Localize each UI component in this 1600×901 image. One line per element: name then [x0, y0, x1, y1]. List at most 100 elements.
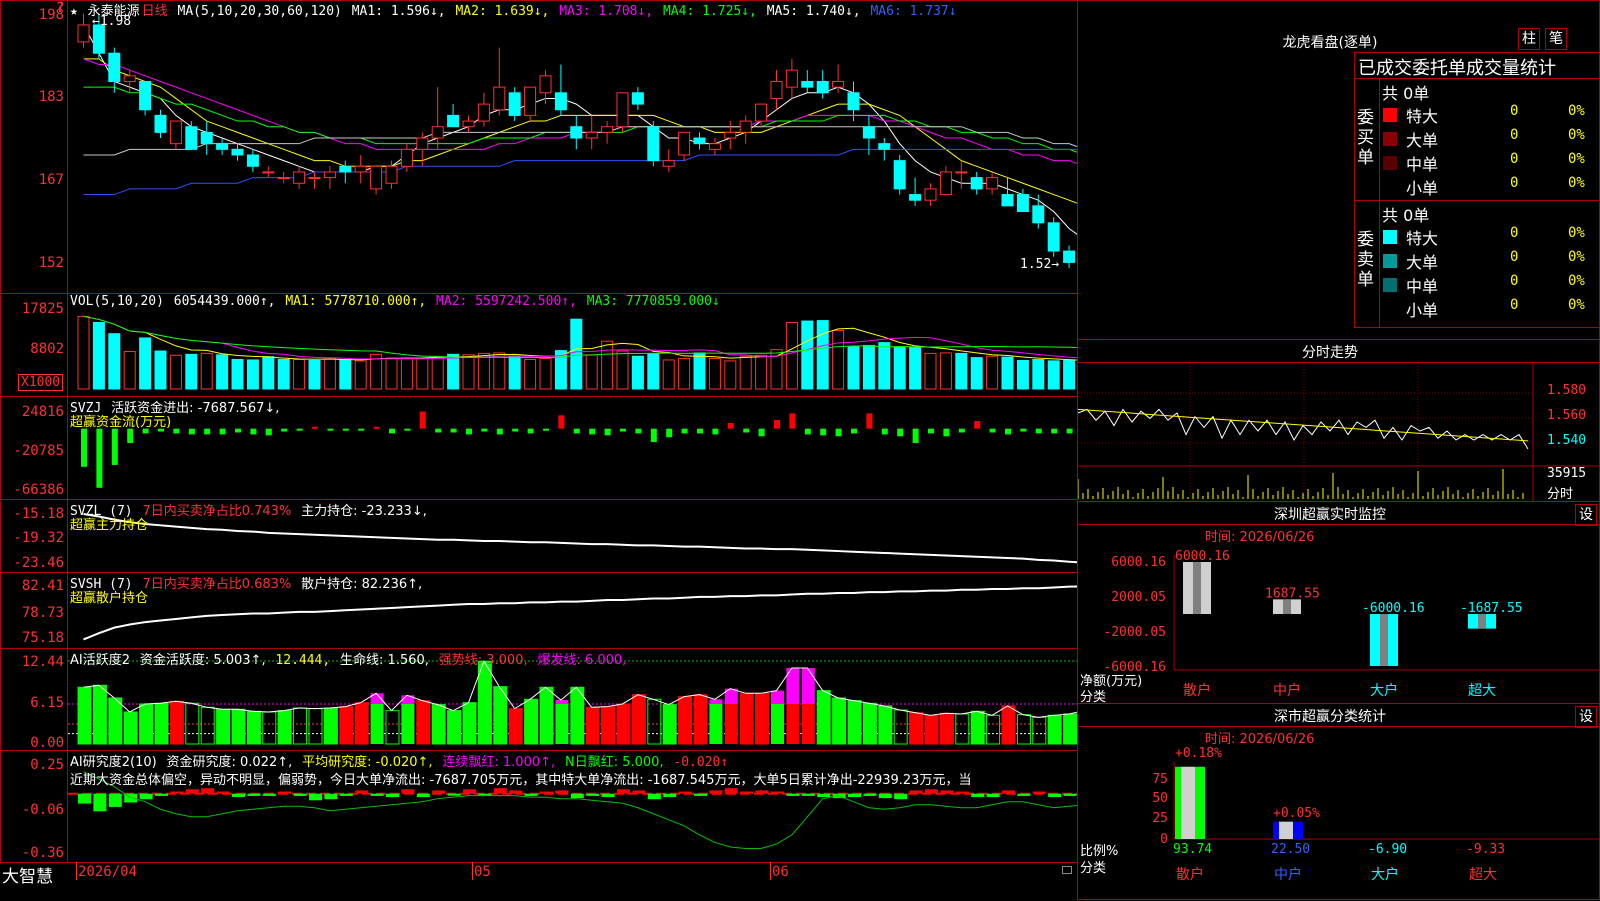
activity-bar: [570, 686, 585, 745]
row-value: 0: [1510, 249, 1519, 265]
intraday-title: 分时走势: [1302, 345, 1358, 361]
candle-body: [216, 143, 229, 150]
sz-ytick: 2000.05: [1111, 590, 1166, 605]
ai2-ytick-2: -0.06: [21, 802, 64, 818]
ma-params: MA(5,10,20,30,60,120): [177, 4, 342, 19]
research-bar: [955, 791, 969, 794]
period-label[interactable]: 日线: [142, 4, 168, 19]
fund-flow-bar: [312, 426, 318, 429]
ma-line-ma4: [83, 86, 1078, 154]
research-bar: [555, 790, 569, 794]
sell-row-m: 中单 0 0%: [1380, 273, 1600, 297]
ai1-ytick-3: 0.00: [30, 735, 64, 751]
research-bar: [601, 793, 615, 798]
candle-body: [662, 160, 675, 167]
activity-bar: [1032, 716, 1047, 745]
volume-bar: [108, 333, 121, 390]
activity-bar: [847, 700, 862, 745]
row-label: 大单: [1406, 131, 1439, 150]
volume-bar: [708, 358, 721, 390]
row-pct: 0%: [1568, 249, 1585, 265]
fund-flow-bar: [789, 413, 796, 429]
activity-bar: [601, 706, 616, 745]
candle-body: [647, 126, 660, 162]
cls-bar-highlight: [1181, 766, 1195, 839]
cls-category-label: 大户: [1371, 866, 1399, 883]
volume-bar: [185, 353, 198, 390]
ai2-summary: 近期大资金总体偏空，异动不明显，偏弱势，今日大单净流出: -7687.705万元…: [70, 773, 972, 788]
cls-bar-highlight: [1279, 821, 1293, 839]
candle-body: [801, 80, 814, 88]
legend-swatch: [1383, 230, 1397, 244]
svzj-subtitle: 超赢资金流(万元): [70, 415, 172, 430]
fund-flow-bar: [897, 428, 904, 437]
row-label: 中单: [1406, 155, 1439, 174]
fund-flow-bar: [527, 428, 534, 434]
fund-flow-bar: [543, 428, 549, 431]
volume-bar: [123, 351, 136, 390]
x-tick-1: [76, 862, 77, 880]
sz-value-label: 6000.16: [1175, 549, 1230, 564]
intraday-chart[interactable]: [1078, 363, 1600, 501]
fund-flow-bar: [1051, 428, 1058, 434]
kline-chart[interactable]: [68, 0, 1078, 863]
row-pct: 0%: [1568, 151, 1585, 167]
research-bar: [971, 793, 985, 798]
research-bar: [139, 793, 153, 800]
fund-flow-bar: [512, 428, 519, 432]
candle-body: [293, 171, 306, 184]
kline-ytick-3: 167: [38, 172, 64, 188]
favorite-star-icon[interactable]: ★: [70, 4, 78, 19]
research-bar: [155, 793, 168, 796]
activity-bar: [1001, 705, 1016, 745]
research-bar: [293, 793, 307, 796]
fund-flow-bar: [1035, 428, 1042, 434]
research-bar: [355, 790, 369, 794]
cls-value-label: -6.90: [1368, 842, 1407, 857]
research-bar: [740, 791, 754, 794]
fund-flow-bar: [774, 420, 780, 429]
fund-flow-bar: [188, 428, 195, 435]
svsh-subtitle: 超赢散户持仓: [70, 591, 149, 606]
fund-flow-bar: [881, 428, 888, 435]
candle-body: [601, 126, 614, 133]
row-label: 小单: [1406, 301, 1439, 320]
longhu-bar-button[interactable]: 柱: [1518, 28, 1540, 50]
fund-flow-bar: [712, 428, 719, 435]
cls-value-label: 93.74: [1173, 842, 1212, 857]
fund-flow-bar: [204, 428, 211, 435]
sz-monitor-settings-button[interactable]: 设: [1575, 504, 1597, 526]
buy-row-xl: 特大 0 0%: [1380, 103, 1600, 127]
activity-bar: [970, 710, 985, 745]
candle-body: [816, 80, 829, 94]
research-bar: [447, 793, 461, 796]
research-bar: [93, 793, 107, 812]
research-bar: [986, 793, 1000, 798]
activity-bar: [755, 692, 770, 745]
fund-flow-bar: [496, 428, 503, 435]
volume-bar: [631, 355, 644, 390]
svzj-ytick-3: -66386: [13, 482, 64, 498]
fund-flow-bar: [450, 428, 457, 433]
x-axis-bar: [0, 862, 1078, 901]
longhu-tick-button[interactable]: 笔: [1545, 28, 1567, 50]
activity-bar: [92, 684, 107, 745]
candle-body: [554, 92, 567, 111]
activity-bar: [878, 705, 893, 745]
volume-bar: [308, 359, 321, 390]
row-pct: 0%: [1568, 175, 1585, 191]
candle-body: [323, 171, 336, 179]
fund-flow-bar: [296, 428, 303, 431]
research-bar: [817, 793, 831, 798]
fund-flow-bar: [96, 428, 103, 488]
vol-unit-badge: X1000: [18, 374, 64, 391]
sz-class-settings-button[interactable]: 设: [1575, 706, 1597, 728]
candle-body: [986, 177, 999, 190]
activity-bar: [477, 660, 492, 745]
fund-flow-bar: [389, 428, 395, 434]
candle-body: [755, 103, 768, 122]
candle-body: [770, 80, 783, 99]
ai2-ytick-3: -0.36: [21, 845, 64, 861]
lock-icon[interactable]: [1062, 866, 1072, 874]
legend-swatch: [1383, 156, 1397, 170]
